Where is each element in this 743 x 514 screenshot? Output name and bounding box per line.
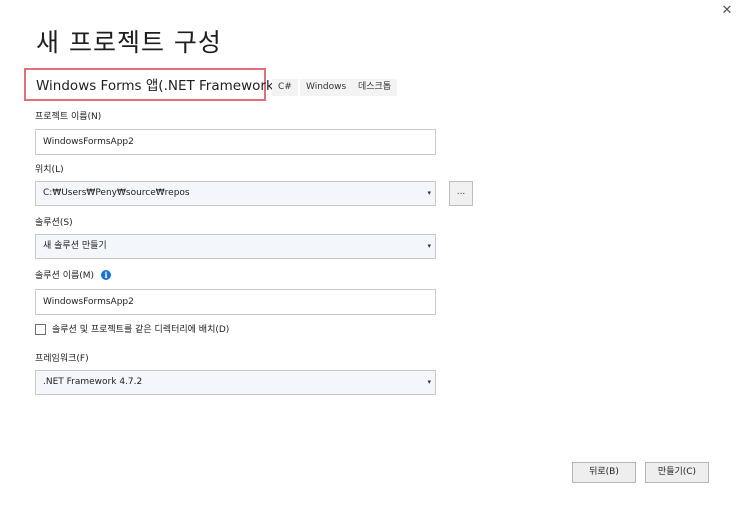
page-title: 새 프로젝트 구성 [36,28,222,57]
same-directory-label[interactable]: 솔루션 및 프로젝트를 같은 디렉터리에 배치(D) [52,324,229,336]
info-icon[interactable]: i [101,270,111,280]
chevron-down-icon: ▾ [427,242,431,250]
back-button[interactable]: 뒤로(B) [572,462,636,483]
framework-value: .NET Framework 4.7.2 [43,377,143,387]
template-name: Windows Forms 앱(.NET Framework) [36,78,280,94]
chevron-down-icon: ▾ [427,189,431,197]
framework-combobox[interactable]: .NET Framework 4.7.2 ▾ [35,370,436,395]
solution-label: 솔루션(S) [35,218,73,228]
tag-csharp: C# [272,79,298,96]
create-button[interactable]: 만들기(C) [645,462,709,483]
solution-combobox[interactable]: 새 솔루션 만들기 ▾ [35,234,436,259]
framework-label: 프레임워크(F) [35,354,89,364]
chevron-down-icon: ▾ [427,378,431,386]
solution-name-label: 솔루션 이름(M) [35,271,95,281]
same-directory-checkbox[interactable] [35,324,46,335]
project-name-input[interactable]: WindowsFormsApp2 [35,129,436,155]
tag-desktop: 데스크톱 [352,79,398,96]
browse-button[interactable]: ... [449,181,473,206]
location-value: C:₩Users₩Peny₩source₩repos [43,188,190,198]
close-icon[interactable]: ✕ [718,3,736,19]
tag-windows: Windows [300,79,353,96]
location-label: 위치(L) [35,165,64,175]
location-combobox[interactable]: C:₩Users₩Peny₩source₩repos ▾ [35,181,436,206]
solution-value: 새 솔루션 만들기 [43,241,107,251]
solution-name-input[interactable]: WindowsFormsApp2 [35,289,436,315]
project-name-label: 프로젝트 이름(N) [35,112,102,122]
